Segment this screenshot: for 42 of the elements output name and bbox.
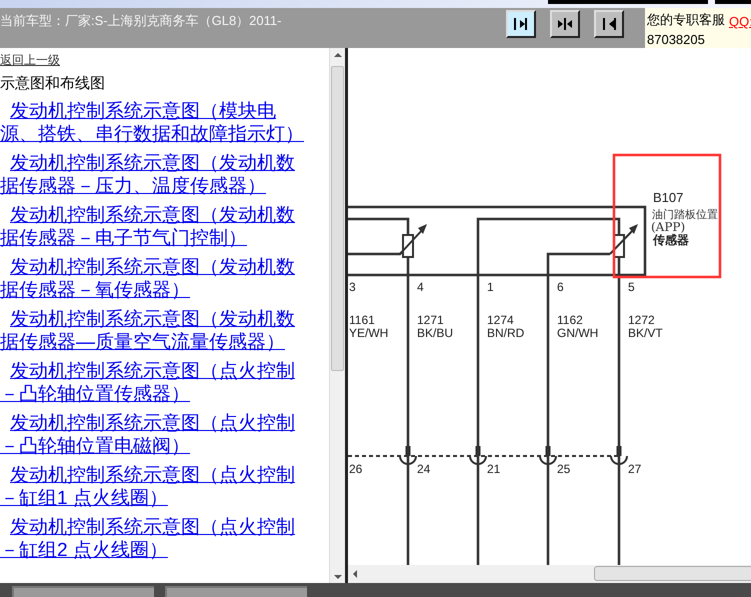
vertical-scrollbar[interactable]	[329, 48, 345, 583]
component-name: 油门踏板位置	[652, 208, 718, 221]
pin-number: 6	[557, 280, 564, 294]
arrow-icon	[600, 15, 618, 33]
horizontal-scrollbar[interactable]	[348, 565, 751, 583]
vehicle-name: 厂家:S-上海别克商务车（GL8）2011-	[65, 12, 282, 28]
wire-color-code: BN/RD	[487, 326, 524, 340]
circuit-number: 1274	[487, 313, 514, 327]
pin-number: 5	[628, 280, 635, 294]
pin-number: 1	[487, 280, 494, 294]
connector-pin-number: 21	[487, 462, 500, 476]
phone-number: 87038205	[647, 31, 705, 49]
back-link[interactable]: 返回上一级	[0, 53, 60, 68]
panel-toggle-button[interactable]	[506, 10, 536, 38]
vehicle-label: 当前车型：	[0, 12, 65, 28]
connector-pin-number: 25	[557, 462, 570, 476]
panel-toggle-button[interactable]	[594, 10, 624, 38]
wire-color-code: GN/WH	[557, 326, 598, 340]
circuit-number: 1272	[628, 313, 655, 327]
service-label: 您的专职客服	[647, 11, 725, 29]
connector-pin-number: 24	[417, 462, 430, 476]
pin-number: 3	[349, 280, 356, 294]
scrollbar-thumb[interactable]	[331, 66, 344, 371]
arrow-icon	[556, 15, 574, 33]
section-title: 示意图和布线图	[0, 75, 105, 92]
pin-number: 4	[417, 280, 424, 294]
component-code: B107	[653, 190, 684, 205]
toolbar-edge	[715, 0, 751, 4]
circuit-number: 1162	[557, 313, 583, 327]
component-abbreviation: (APP)	[651, 220, 686, 234]
scrollbar-thumb[interactable]	[594, 566, 751, 581]
component-type: 传感器	[653, 233, 689, 247]
circuit-number: 1271	[417, 313, 444, 327]
panel-toggle-button[interactable]	[550, 10, 580, 38]
arrow-icon	[512, 15, 530, 33]
scroll-left-icon[interactable]	[353, 570, 357, 578]
wire-color-code: YE/WH	[349, 326, 388, 340]
wire-color-code: BK/BU	[417, 326, 454, 340]
connector-pin-number: 27	[628, 462, 642, 476]
circuit-number: 1161	[349, 313, 375, 327]
wire-color-code: BK/VT	[628, 326, 663, 340]
connector-pin-number: 26	[349, 462, 362, 476]
